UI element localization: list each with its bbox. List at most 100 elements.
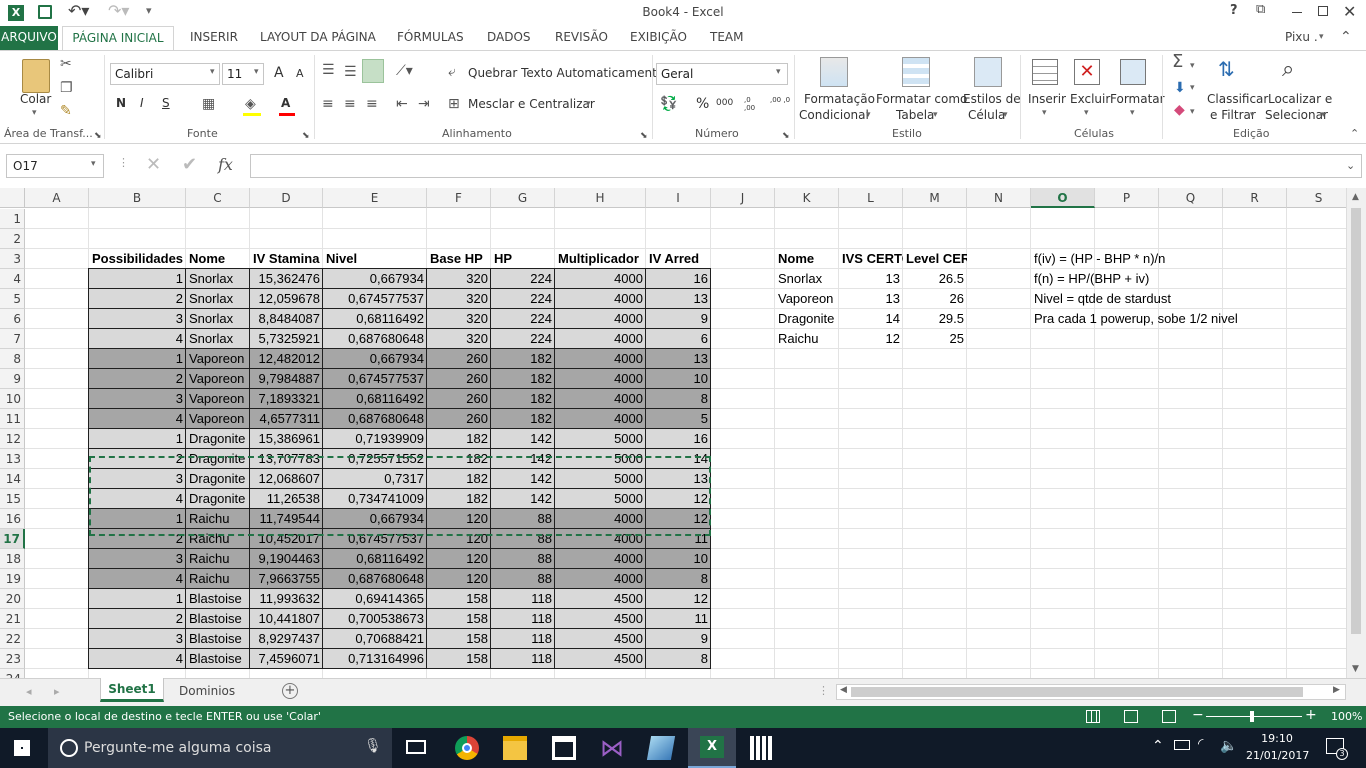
column-header-f[interactable]: F [427, 188, 491, 208]
normal-view-icon[interactable] [1086, 710, 1100, 723]
restore-button[interactable] [1318, 6, 1328, 16]
number-format-select[interactable]: Geral [656, 63, 788, 85]
font-name-select[interactable]: Calibri [110, 63, 220, 85]
ribbon-display-options-button[interactable]: ⧉ [1256, 2, 1265, 17]
column-header-i[interactable]: I [646, 188, 711, 208]
name-box-chevron-down-icon[interactable]: ▾ [91, 159, 96, 169]
scroll-down-icon[interactable]: ▼ [1352, 664, 1359, 674]
insert-cells-icon[interactable] [1032, 59, 1058, 85]
font-name-chevron-down-icon[interactable]: ▾ [210, 67, 215, 77]
zoom-slider[interactable] [1206, 716, 1302, 717]
vertical-scrollbar[interactable]: ▲ ▼ [1346, 188, 1366, 678]
add-sheet-button[interactable]: + [282, 683, 298, 699]
row-header-5[interactable]: 5 [0, 289, 25, 309]
clipboard-launcher-icon[interactable]: ⬊ [94, 129, 102, 143]
confirm-entry-icon[interactable]: ✔ [182, 154, 197, 175]
wrap-text-button[interactable]: Quebrar Texto Automaticamente [468, 66, 664, 80]
format-cells-icon[interactable] [1120, 59, 1146, 85]
find-select-chevron-down-icon[interactable]: ▾ [1321, 110, 1326, 120]
delete-chevron-down-icon[interactable]: ▾ [1084, 108, 1089, 118]
find-select-label-2[interactable]: Selecionar [1265, 108, 1328, 122]
row-header-17[interactable]: 17 [0, 529, 25, 549]
row-header-19[interactable]: 19 [0, 569, 25, 589]
bold-button[interactable]: N [116, 96, 126, 110]
cell-styles-label-2[interactable]: Célula [968, 108, 1005, 122]
paste-button[interactable]: Colar [20, 92, 51, 106]
row-header-20[interactable]: 20 [0, 589, 25, 609]
sheet-tab-dominios[interactable]: Dominios [179, 684, 235, 698]
conditional-formatting-icon[interactable] [820, 57, 848, 87]
row-header-24[interactable]: 24 [0, 669, 25, 678]
decrease-font-button[interactable]: A [296, 67, 304, 80]
column-header-p[interactable]: P [1095, 188, 1159, 208]
align-bottom-icon[interactable] [362, 59, 384, 83]
font-launcher-icon[interactable]: ⬊ [302, 129, 310, 143]
tab-exibicao[interactable]: EXIBIÇÃO [630, 30, 687, 44]
cancel-entry-icon[interactable]: ✕ [146, 154, 161, 175]
expand-formula-bar-icon[interactable]: ⌄ [1346, 159, 1355, 172]
row-header-2[interactable]: 2 [0, 229, 25, 249]
microphone-icon[interactable]: 🎙 [364, 738, 382, 754]
row-header-7[interactable]: 7 [0, 329, 25, 349]
chrome-icon[interactable] [455, 736, 479, 760]
row-header-8[interactable]: 8 [0, 349, 25, 369]
merge-center-button[interactable]: Mesclar e Centralizar [468, 97, 595, 111]
row-header-1[interactable]: 1 [0, 209, 25, 229]
column-header-a[interactable]: A [25, 188, 89, 208]
task-view-icon[interactable] [406, 740, 426, 754]
column-header-r[interactable]: R [1223, 188, 1287, 208]
alignment-launcher-icon[interactable]: ⬊ [640, 129, 648, 143]
hscroll-thumb[interactable] [851, 687, 1303, 697]
column-header-c[interactable]: C [186, 188, 250, 208]
row-header-21[interactable]: 21 [0, 609, 25, 629]
insert-cells-button[interactable]: Inserir [1028, 92, 1066, 106]
cut-icon[interactable]: ✂ [60, 57, 72, 71]
row-header-10[interactable]: 10 [0, 389, 25, 409]
column-header-s[interactable]: S [1287, 188, 1346, 208]
clear-chevron-down-icon[interactable]: ▾ [1190, 107, 1195, 117]
scroll-up-icon[interactable]: ▲ [1352, 192, 1359, 202]
fill-chevron-down-icon[interactable]: ▾ [1190, 83, 1195, 93]
increase-indent-icon[interactable]: ⇥ [418, 97, 430, 111]
power-icon[interactable] [1174, 740, 1190, 750]
increase-decimal-button[interactable]: ,0 ,00 [744, 96, 764, 112]
underline-button[interactable]: S [162, 96, 170, 110]
autosum-icon[interactable]: Σ [1172, 53, 1183, 71]
format-cells-button[interactable]: Formatar [1110, 92, 1165, 106]
paste-icon[interactable] [22, 59, 50, 93]
sheet-tab-sheet1[interactable]: Sheet1 [100, 678, 164, 702]
row-header-22[interactable]: 22 [0, 629, 25, 649]
insert-function-button[interactable]: fx [218, 155, 233, 174]
page-layout-view-icon[interactable] [1124, 710, 1138, 723]
sort-filter-label-2[interactable]: e Filtrar [1210, 108, 1256, 122]
italic-button[interactable]: I [140, 96, 144, 110]
tab-team[interactable]: TEAM [710, 30, 743, 44]
clear-icon[interactable]: ◆ [1174, 103, 1185, 117]
clock-date[interactable]: 21/01/2017 [1246, 749, 1309, 762]
store-icon[interactable] [552, 736, 576, 760]
next-sheet-icon[interactable]: ▸ [54, 685, 60, 698]
column-header-j[interactable]: J [711, 188, 775, 208]
align-middle-icon[interactable]: ☰ [344, 65, 357, 79]
number-format-chevron-down-icon[interactable]: ▾ [776, 67, 781, 77]
fill-icon[interactable]: ⬇ [1174, 81, 1186, 95]
name-box[interactable]: O17 [6, 154, 104, 178]
conditional-formatting-label-2[interactable]: Condicional [799, 108, 869, 122]
sort-filter-chevron-down-icon[interactable]: ▾ [1250, 110, 1255, 120]
collapse-ribbon-icon[interactable]: ⌃ [1340, 29, 1352, 45]
row-header-6[interactable]: 6 [0, 309, 25, 329]
column-header-d[interactable]: D [250, 188, 323, 208]
sort-filter-icon[interactable]: ⇅ [1218, 57, 1235, 81]
zoom-out-icon[interactable]: − [1192, 707, 1204, 723]
row-header-11[interactable]: 11 [0, 409, 25, 429]
row-header-16[interactable]: 16 [0, 509, 25, 529]
format-as-table-label-2[interactable]: Tabela [896, 108, 934, 122]
user-chevron-down-icon[interactable]: ▾ [1319, 32, 1324, 42]
align-top-icon[interactable]: ☰ [322, 63, 335, 77]
format-as-table-icon[interactable] [902, 57, 930, 87]
cortana-search-box[interactable]: Pergunte-me alguma coisa 🎙 [48, 728, 392, 768]
paste-chevron-down-icon[interactable]: ▾ [32, 108, 37, 118]
horizontal-scrollbar[interactable]: ◀ ▶ [836, 684, 1346, 700]
tab-inserir[interactable]: INSERIR [190, 30, 238, 44]
tab-arquivo[interactable]: ARQUIVO [0, 26, 58, 50]
